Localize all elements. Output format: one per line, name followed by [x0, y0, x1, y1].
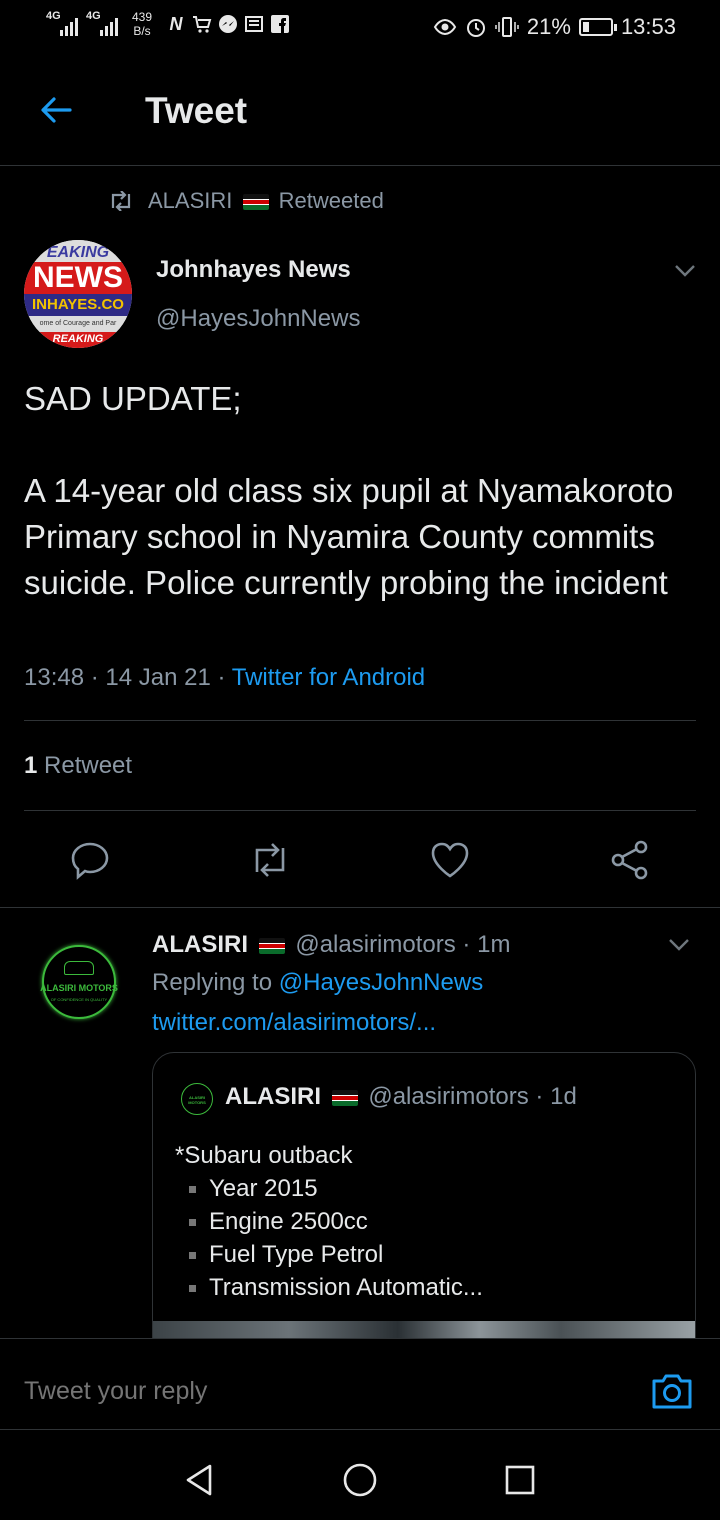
speed-value: 439 — [132, 10, 153, 24]
reply-icon[interactable] — [68, 838, 112, 882]
reply-age: 1m — [477, 931, 511, 958]
kenya-flag-icon — [242, 194, 269, 211]
avatar-text-bottom: REAKING — [24, 332, 132, 348]
facebook-icon — [270, 14, 290, 34]
replying-handle[interactable]: @HayesJohnNews — [279, 969, 483, 996]
divider — [0, 907, 720, 908]
tweet-time: 13:48 — [24, 664, 85, 691]
retweet-stats[interactable]: 1 Retweet — [24, 752, 132, 780]
retweet-context[interactable]: ALASIRI Retweeted — [108, 188, 384, 214]
avatar-text-top: EAKING — [24, 240, 132, 262]
reply-avatar-sub: OF CONFIDENCE IN QUALITY — [50, 997, 108, 1002]
reply-link[interactable]: twitter.com/alasirimotors/... — [152, 1009, 436, 1037]
avatar-caption: ome of Courage and Par — [24, 316, 132, 332]
reply-compose-bar — [0, 1338, 720, 1430]
list-item: Year 2015 — [187, 1172, 675, 1205]
replying-to: Replying to @HayesJohnNews — [152, 969, 483, 997]
status-bar: 4G 4G 439 B/s N 21% 13:53 — [0, 0, 720, 56]
replying-prefix: Replying to — [152, 969, 273, 996]
app-header: Tweet — [0, 56, 720, 166]
reply-author-handle: @alasirimotors — [295, 931, 456, 958]
vibrate-icon — [495, 17, 519, 37]
avatar-text-main: NEWS — [24, 262, 132, 294]
list-item: Fuel Type Petrol — [187, 1238, 675, 1271]
tweet-actions — [0, 830, 720, 890]
network-type: 4G — [46, 10, 61, 22]
camera-icon[interactable] — [650, 1371, 694, 1411]
news-app-icon: N — [169, 14, 183, 34]
home-circle-icon[interactable] — [340, 1460, 380, 1500]
alarm-icon — [466, 19, 485, 37]
clock: 13:53 — [620, 14, 676, 39]
retweeter-name: ALASIRI — [148, 188, 233, 213]
kenya-flag-icon — [331, 1089, 358, 1106]
author-handle[interactable]: @HayesJohnNews — [156, 305, 360, 333]
network-speed: 439 B/s — [132, 10, 152, 38]
retweet-icon[interactable] — [248, 838, 292, 882]
tweet-source[interactable]: Twitter for Android — [232, 664, 425, 691]
quote-header: ALASIRI @alasirimotors · 1d — [225, 1083, 577, 1110]
retweet-stats-label: Retweet — [44, 752, 133, 779]
cart-icon — [192, 14, 212, 34]
speed-unit: B/s — [133, 24, 151, 38]
list-item: Transmission Automatic... — [187, 1271, 675, 1304]
avatar-text-sub: INHAYES.CO — [24, 294, 132, 316]
quoted-tweet[interactable]: ALASIRI MOTORS ALASIRI @alasirimotors · … — [152, 1052, 696, 1372]
eye-icon — [433, 18, 457, 36]
quote-list: Year 2015 Engine 2500cc Fuel Type Petrol… — [175, 1172, 675, 1304]
reply-avatar[interactable]: ALASIRI MOTORS OF CONFIDENCE IN QUALITY — [40, 945, 118, 1019]
divider — [24, 810, 696, 811]
news-icon — [244, 14, 264, 34]
share-icon[interactable] — [608, 838, 652, 882]
quote-avatar: ALASIRI MOTORS — [181, 1083, 213, 1115]
signal-icon: 4G — [46, 10, 78, 36]
tweet-text: SAD UPDATE; A 14-year old class six pupi… — [24, 380, 674, 601]
reply-input[interactable] — [24, 1377, 604, 1406]
back-triangle-icon[interactable] — [180, 1460, 220, 1500]
network-type-2: 4G — [86, 10, 101, 22]
quote-body: *Subaru outback Year 2015 Engine 2500cc … — [175, 1139, 675, 1304]
reply-header[interactable]: ALASIRI @alasirimotors · 1m — [152, 931, 510, 959]
retweet-icon — [111, 191, 131, 211]
retweet-count: 1 — [24, 752, 38, 779]
author-name[interactable]: Johnhayes News — [156, 256, 351, 284]
tweet-date: 14 Jan 21 — [105, 664, 211, 691]
battery-percent: 21% — [526, 14, 571, 39]
system-nav-bar — [0, 1432, 720, 1520]
reply-avatar-label: ALASIRI MOTORS — [40, 983, 118, 993]
arrow-left-icon[interactable] — [36, 90, 76, 130]
messenger-icon — [218, 14, 238, 34]
signal-icon-2: 4G — [86, 10, 118, 36]
recents-square-icon[interactable] — [500, 1460, 540, 1500]
reply-author-name: ALASIRI — [152, 931, 248, 958]
quote-avatar-label: ALASIRI MOTORS — [188, 1095, 206, 1105]
notification-icons: N — [166, 14, 290, 34]
status-right: 21% 13:53 — [433, 14, 676, 40]
kenya-flag-icon — [258, 937, 285, 954]
quote-author-name: ALASIRI — [225, 1083, 321, 1110]
quote-author-handle: @alasirimotors — [368, 1083, 529, 1110]
quote-title: *Subaru outback — [175, 1142, 353, 1169]
list-item: Engine 2500cc — [187, 1205, 675, 1238]
battery-icon — [578, 18, 617, 36]
status-left: 4G 4G 439 B/s N — [46, 10, 290, 38]
chevron-down-icon[interactable] — [666, 932, 692, 956]
retweet-suffix: Retweeted — [278, 188, 384, 213]
chevron-down-icon[interactable] — [672, 258, 698, 282]
like-icon[interactable] — [428, 838, 472, 882]
divider — [24, 720, 696, 721]
page-title: Tweet — [145, 90, 248, 131]
author-avatar[interactable]: EAKING NEWS INHAYES.CO ome of Courage an… — [24, 240, 132, 348]
tweet-meta: 13:48 · 14 Jan 21 · Twitter for Android — [24, 664, 426, 691]
car-icon — [64, 961, 94, 975]
quote-age: 1d — [550, 1083, 577, 1110]
